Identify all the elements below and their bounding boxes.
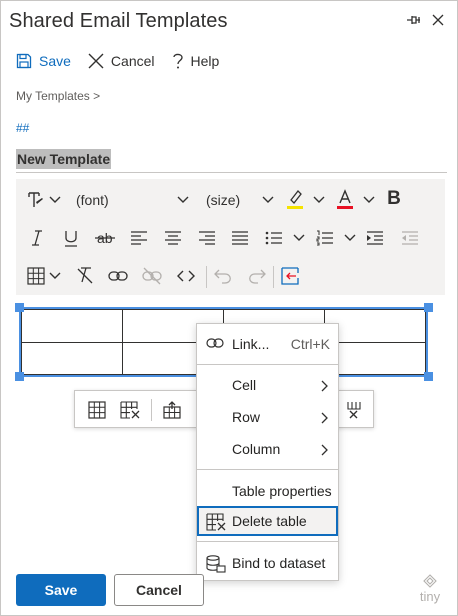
menu-item-label: Link... [232,336,270,352]
save-icon [16,53,32,69]
pin-icon[interactable] [404,12,422,28]
breadcrumb[interactable]: My Templates > [16,89,100,103]
font-size-select[interactable]: (size) [206,192,240,208]
font-family-select[interactable]: (font) [76,192,109,208]
pane-title: Shared Email Templates [9,10,228,32]
undo-icon[interactable] [212,265,234,287]
table-cell[interactable] [21,341,123,375]
chevron-down-icon[interactable] [48,193,62,207]
source-code-icon[interactable] [175,265,197,287]
save-command-label: Save [39,53,71,69]
table-properties-icon[interactable] [84,397,110,423]
delete-column-icon[interactable] [341,397,367,423]
resize-handle[interactable] [15,372,24,381]
align-center-icon[interactable] [162,227,184,249]
footer-save-button[interactable]: Save [16,574,106,606]
highlight-icon[interactable] [284,187,306,211]
italic-icon[interactable] [26,227,48,249]
link-icon[interactable] [107,265,129,287]
menu-item-label: Column [232,441,281,457]
justify-icon[interactable] [229,227,251,249]
menu-item-table-properties[interactable]: Table properties [197,476,338,506]
chevron-right-icon [321,379,329,395]
insert-template-icon[interactable] [279,265,301,287]
editor-toolbar: (font) (size) B ab [16,179,445,295]
tiny-icon [423,574,437,588]
chevron-down-icon[interactable] [343,231,357,245]
dataset-icon [206,555,226,576]
resize-handle[interactable] [15,303,24,312]
chevron-right-icon [321,411,329,427]
close-icon [88,53,104,69]
cancel-command-label: Cancel [110,53,155,69]
tiny-brand-text: tiny [419,589,441,604]
chevron-down-icon[interactable] [292,231,306,245]
menu-item-link[interactable]: Link... Ctrl+K [197,329,338,359]
menu-separator [197,364,338,365]
delete-table-icon[interactable] [117,397,143,423]
footer-cancel-button[interactable]: Cancel [114,574,204,606]
template-name-text: New Template [16,149,112,169]
menu-item-label: Delete table [232,513,307,529]
indent-icon[interactable] [364,227,386,249]
chevron-down-icon[interactable] [48,269,62,283]
table-context-menu: Link... Ctrl+K Cell Row Column Table pro… [196,323,339,581]
toolbar-separator [206,266,207,288]
toolbar-separator [273,266,274,288]
underline-icon[interactable] [60,227,82,249]
align-right-icon[interactable] [196,227,218,249]
unlink-icon[interactable] [141,265,163,287]
outdent-icon[interactable] [399,227,421,249]
menu-item-column[interactable]: Column [197,434,338,464]
redo-icon[interactable] [246,265,268,287]
template-name-field[interactable]: New Template [16,149,447,173]
menu-item-cell[interactable]: Cell [197,370,338,400]
menu-separator [197,541,338,542]
menu-item-label: Cell [232,377,257,393]
chevron-down-icon[interactable] [362,193,376,207]
chevron-down-icon[interactable] [312,193,326,207]
close-icon[interactable] [430,12,446,28]
toolbar-separator [151,399,152,421]
task-pane: Shared Email Templates Save Cancel Help … [0,0,458,616]
link-icon [206,336,224,353]
menu-item-label: Row [232,409,261,425]
question-icon [172,53,183,69]
shortcut-label: Ctrl+K [290,336,330,352]
menu-separator [197,469,338,470]
strikethrough-icon[interactable]: ab [93,227,117,249]
table-icon[interactable] [26,265,46,287]
align-left-icon[interactable] [128,227,150,249]
help-command[interactable]: Help [171,52,220,70]
chevron-down-icon[interactable] [176,193,190,207]
table-cell[interactable] [324,341,426,375]
cancel-command[interactable]: Cancel [87,52,155,70]
delete-table-icon [206,513,226,534]
menu-item-label: Table properties [232,483,332,499]
menu-item-row[interactable]: Row [197,402,338,432]
numbered-list-icon[interactable] [314,227,336,249]
clear-formatting-icon[interactable] [74,265,96,287]
insert-row-before-icon[interactable] [159,397,185,423]
menu-item-label: Bind to dataset [232,555,326,571]
menu-item-bind-dataset[interactable]: Bind to dataset [197,548,338,578]
chevron-right-icon [321,443,329,459]
menu-item-delete-table[interactable]: Delete table [197,506,338,536]
chevron-down-icon[interactable] [261,193,275,207]
tiny-logo: tiny [416,574,444,603]
help-command-label: Help [190,53,220,69]
table-cell[interactable] [324,309,426,343]
resize-handle[interactable] [424,303,433,312]
hash-link[interactable]: ## [16,121,29,135]
resize-handle[interactable] [424,372,433,381]
font-color-icon[interactable] [334,187,356,211]
command-bar: Save Cancel Help [15,49,235,73]
bullet-list-icon[interactable] [263,227,285,249]
paragraph-format-icon[interactable] [24,189,46,211]
bold-icon[interactable]: B [383,187,405,211]
table-cell[interactable] [21,309,123,343]
save-command[interactable]: Save [15,52,71,70]
